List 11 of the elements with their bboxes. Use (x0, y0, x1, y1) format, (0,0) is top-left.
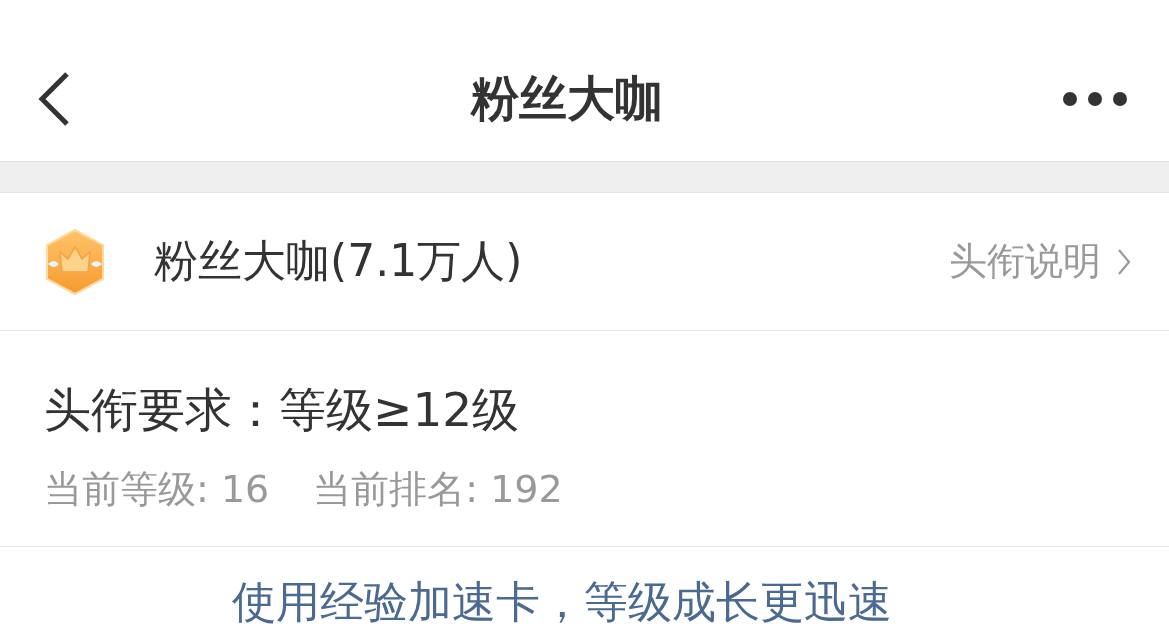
stat-text: 当前等级: 16 (44, 466, 270, 513)
requirement-text: 头衔要求：等级≥12级 (44, 381, 520, 439)
crown-badge-icon (44, 227, 106, 296)
chevron-right-icon (1117, 247, 1131, 276)
page-title: 粉丝大咖 (470, 68, 663, 128)
more-icon[interactable] (1063, 90, 1127, 107)
title-name: 粉丝大咖(7.1万人) (154, 234, 523, 288)
promo-link[interactable]: 使用经验加速卡，等级成长更迅速 (232, 573, 892, 632)
back-icon[interactable] (38, 70, 70, 127)
stat-text: 当前排名: 192 (313, 466, 563, 513)
title-info-link[interactable]: 头衔说明 (949, 236, 1131, 287)
